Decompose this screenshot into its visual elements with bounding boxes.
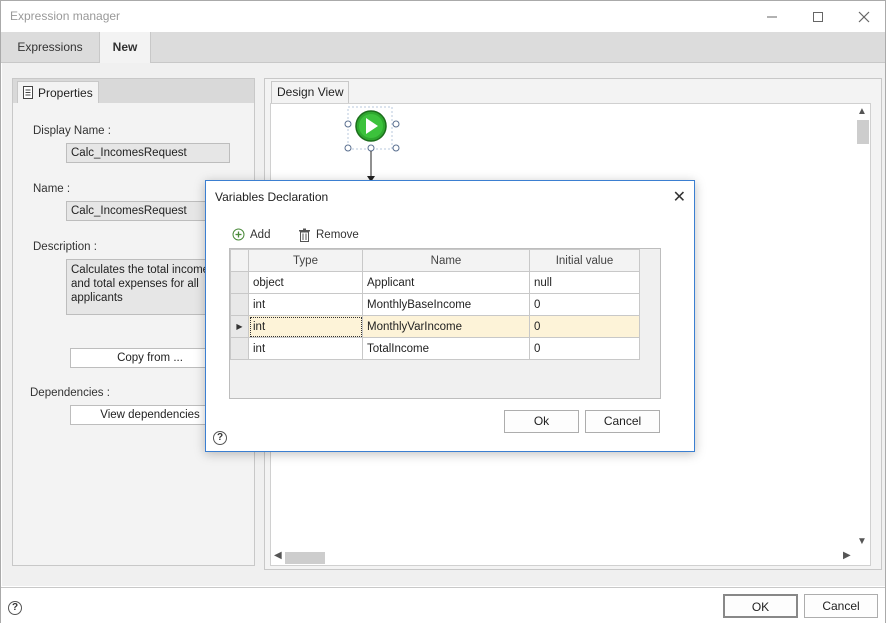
remove-variable-button[interactable]: Remove — [298, 228, 359, 242]
initial-value-cell[interactable]: null — [529, 271, 640, 294]
close-icon[interactable] — [841, 1, 886, 32]
add-variable-button[interactable]: Add — [232, 228, 270, 241]
table-row[interactable]: int TotalIncome 0 — [230, 337, 640, 360]
type-cell[interactable]: int — [248, 337, 363, 360]
tab-new[interactable]: New — [99, 32, 151, 64]
vertical-scrollbar[interactable]: ▲ ▼ — [853, 104, 870, 550]
help-icon[interactable]: ? — [8, 601, 22, 615]
vertical-scroll-thumb[interactable] — [857, 120, 869, 144]
properties-tab[interactable]: Properties — [17, 81, 99, 103]
table-row-selected[interactable]: ▶ int MonthlyVarIncome 0 — [230, 315, 640, 338]
dependencies-label: Dependencies : — [30, 387, 110, 399]
name-cell[interactable]: TotalIncome — [362, 337, 530, 360]
column-header-name[interactable]: Name — [362, 249, 530, 272]
variables-declaration-dialog: Variables Declaration ✕ Add Remove Type … — [205, 180, 695, 452]
maximize-icon[interactable] — [795, 1, 841, 32]
row-header[interactable] — [230, 337, 249, 360]
initial-value-cell[interactable]: 0 — [529, 315, 640, 338]
design-view-tab[interactable]: Design View — [271, 81, 350, 103]
horizontal-scroll-thumb[interactable] — [285, 552, 325, 564]
remove-label: Remove — [316, 229, 359, 241]
trash-icon — [299, 228, 310, 242]
variables-grid[interactable]: Type Name Initial value object Applicant… — [229, 248, 661, 399]
scroll-down-icon[interactable]: ▼ — [857, 536, 867, 547]
column-header-initial-value[interactable]: Initial value — [529, 249, 640, 272]
initial-value-cell[interactable]: 0 — [529, 337, 640, 360]
properties-tabstrip: Properties — [13, 79, 254, 103]
start-node[interactable] — [341, 104, 401, 184]
scroll-right-icon[interactable]: ▶ — [843, 550, 851, 561]
table-row[interactable]: int MonthlyBaseIncome 0 — [230, 293, 640, 316]
scroll-up-icon[interactable]: ▲ — [857, 106, 867, 117]
name-cell[interactable]: MonthlyBaseIncome — [362, 293, 530, 316]
name-cell[interactable]: Applicant — [362, 271, 530, 294]
footer-bar: ? OK Cancel — [1, 587, 885, 623]
row-header[interactable] — [230, 271, 249, 294]
name-label: Name : — [33, 183, 71, 195]
table-row[interactable]: object Applicant null — [230, 271, 640, 294]
add-icon — [232, 228, 245, 241]
dialog-help-icon[interactable]: ? — [213, 431, 227, 445]
type-cell[interactable]: int — [248, 315, 363, 338]
dialog-title: Variables Declaration — [215, 190, 329, 204]
grid-header-row: Type Name Initial value — [230, 249, 640, 272]
horizontal-scrollbar[interactable]: ◀ ▶ — [271, 549, 855, 565]
type-cell[interactable]: object — [248, 271, 363, 294]
title-bar: Expression manager — [1, 1, 885, 32]
row-header-corner — [230, 249, 249, 272]
column-header-type[interactable]: Type — [248, 249, 363, 272]
window-title: Expression manager — [10, 9, 121, 23]
main-tab-bar: Expressions New — [1, 32, 885, 64]
ok-button[interactable]: OK — [723, 594, 798, 618]
dialog-ok-button[interactable]: Ok — [504, 410, 579, 433]
minimize-icon[interactable] — [749, 1, 795, 32]
type-cell[interactable]: int — [248, 293, 363, 316]
tab-expressions[interactable]: Expressions — [3, 32, 97, 63]
dialog-close-icon[interactable]: ✕ — [673, 187, 686, 207]
display-name-field[interactable]: Calc_IncomesRequest — [66, 143, 230, 163]
description-label: Description : — [33, 241, 97, 253]
properties-tab-label: Properties — [38, 85, 93, 100]
current-row-indicator-icon[interactable]: ▶ — [230, 315, 249, 338]
add-label: Add — [250, 228, 271, 241]
dialog-cancel-button[interactable]: Cancel — [585, 410, 660, 433]
document-icon — [23, 86, 33, 99]
cancel-button[interactable]: Cancel — [804, 594, 878, 618]
display-name-label: Display Name : — [33, 125, 111, 137]
name-cell[interactable]: MonthlyVarIncome — [362, 315, 530, 338]
initial-value-cell[interactable]: 0 — [529, 293, 640, 316]
row-header[interactable] — [230, 293, 249, 316]
scroll-left-icon[interactable]: ◀ — [274, 550, 282, 561]
